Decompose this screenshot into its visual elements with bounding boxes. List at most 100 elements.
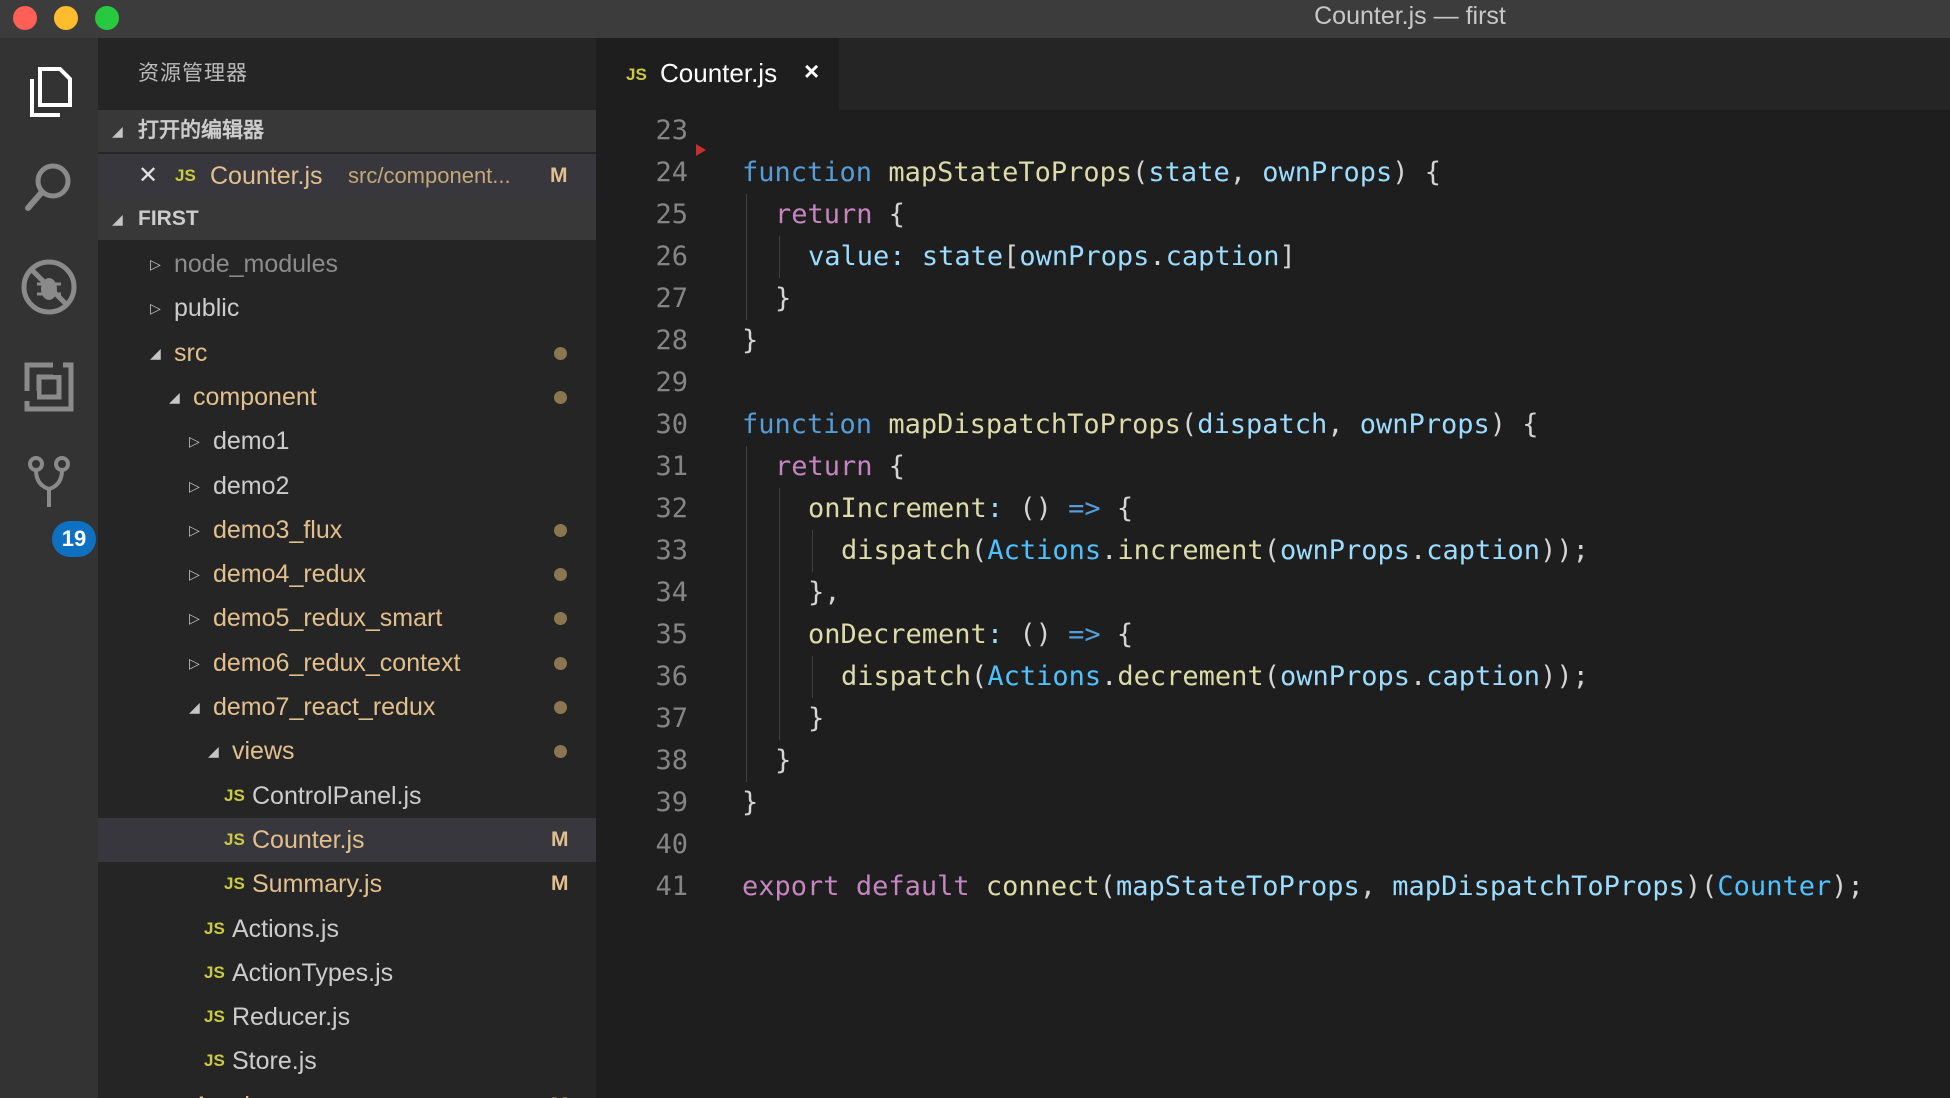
close-icon[interactable]: ✕	[138, 154, 158, 198]
tree-folder[interactable]: ▷ demo4_redux	[98, 552, 596, 596]
code-text: dispatch(Actions.decrement(ownProps.capt…	[841, 661, 1589, 692]
tab-label: Counter.js	[660, 58, 778, 88]
close-window-button[interactable]	[13, 6, 37, 30]
code-text: function mapStateToProps(state, ownProps…	[742, 157, 1442, 188]
code-line: 39}	[596, 782, 1950, 824]
tree-folder[interactable]: ▷ demo6_redux_context	[98, 641, 596, 685]
code-line: 26 value: state[ownProps.caption]	[596, 236, 1950, 278]
modified-dot	[554, 657, 567, 670]
modified-badge: M	[551, 872, 569, 895]
tree-item-label: public	[174, 294, 240, 322]
tree-folder[interactable]: ◢ demo7_react_redux	[98, 685, 596, 729]
open-editors-header[interactable]: ◢ 打开的编辑器	[98, 110, 596, 152]
tree-item-label: views	[232, 737, 295, 765]
debug-icon[interactable]	[14, 252, 84, 322]
indent-guide	[746, 656, 747, 698]
modified-dot	[554, 745, 567, 758]
code-text: value: state[ownProps.caption]	[808, 241, 1296, 272]
chevron-right-icon: ▷	[189, 478, 200, 494]
tree-folder[interactable]: ▷ node_modules	[98, 242, 596, 286]
source-control-icon[interactable]: 19	[14, 450, 96, 557]
indent-guide	[746, 740, 747, 782]
code-line: 36 dispatch(Actions.decrement(ownProps.ca…	[596, 656, 1950, 698]
code-text: export default connect(mapStateToProps, …	[742, 871, 1864, 902]
zoom-window-button[interactable]	[95, 6, 119, 30]
explorer-sidebar: 资源管理器 ◢ 打开的编辑器 ✕ JS Counter.js src/compo…	[98, 38, 596, 1098]
window-title: Counter.js — first	[1314, 2, 1506, 30]
line-number: 39	[655, 787, 688, 818]
tree-item-label: Summary.js	[252, 870, 383, 898]
indent-guide	[746, 488, 747, 530]
indent-guide	[746, 278, 747, 320]
tree-folder[interactable]: ▷ demo1	[98, 419, 596, 463]
line-number: 27	[655, 283, 688, 314]
indent-guide	[779, 698, 780, 740]
open-editor-item[interactable]: ✕ JS Counter.js src/component... M	[98, 154, 596, 198]
minimize-window-button[interactable]	[54, 6, 78, 30]
tree-folder[interactable]: ▷ demo3_flux	[98, 508, 596, 552]
tree-folder[interactable]: ◢ views	[98, 729, 596, 773]
code-editor[interactable]: 23 24 function mapStateToProps(state, ownP…	[596, 110, 1950, 1098]
chevron-down-icon: ◢	[169, 389, 180, 405]
code-line: 27}	[596, 278, 1950, 320]
close-icon[interactable]: ×	[804, 56, 819, 87]
indent-guide	[779, 572, 780, 614]
tree-folder[interactable]: ◢ src	[98, 331, 596, 375]
code-line: 24 function mapStateToProps(state, ownPro…	[596, 152, 1950, 194]
extensions-icon[interactable]	[14, 352, 84, 422]
code-text: }	[808, 703, 825, 734]
tree-file[interactable]: JS Reducer.js	[98, 995, 596, 1039]
editor-tab-bar: JS Counter.js ×	[596, 38, 1950, 110]
code-text: function mapDispatchToProps(dispatch, ow…	[742, 409, 1539, 440]
modified-dot	[554, 701, 567, 714]
code-line: 28}	[596, 320, 1950, 362]
tree-file[interactable]: JS ControlPanel.js	[98, 774, 596, 818]
js-file-icon: JS	[165, 1084, 186, 1098]
tree-item-label: demo6_redux_context	[213, 649, 461, 677]
chevron-down-icon: ◢	[208, 743, 219, 759]
indent-guide	[746, 446, 747, 488]
source-control-badge: 19	[52, 521, 96, 557]
code-text: return {	[775, 199, 906, 230]
modified-badge: M	[551, 1084, 569, 1098]
tree-folder[interactable]: ▷ demo5_redux_smart	[98, 596, 596, 640]
code-text: onIncrement: () => {	[808, 493, 1134, 524]
chevron-right-icon: ▷	[189, 433, 200, 449]
explorer-icon[interactable]	[14, 56, 84, 126]
tree-item-label: ActionTypes.js	[232, 959, 394, 987]
tree-file[interactable]: JS Store.js	[98, 1039, 596, 1083]
modified-dot	[554, 524, 567, 537]
js-file-icon: JS	[204, 919, 225, 938]
indent-guide	[746, 236, 747, 278]
code-line: 29	[596, 362, 1950, 404]
tree-folder[interactable]: ▷ demo2	[98, 464, 596, 508]
chevron-right-icon: ▷	[189, 566, 200, 582]
sidebar-title: 资源管理器	[138, 62, 248, 85]
tree-file[interactable]: JS Actions.js	[98, 907, 596, 951]
code-line: 31 return {	[596, 446, 1950, 488]
line-number: 34	[655, 577, 688, 608]
search-icon[interactable]	[14, 152, 84, 222]
code-text: onDecrement: () => {	[808, 619, 1134, 650]
tree-item-label: demo7_react_redux	[213, 693, 436, 721]
tree-file[interactable]: JS ActionTypes.js	[98, 951, 596, 995]
tree-item-label: demo5_redux_smart	[213, 604, 443, 632]
code-text: dispatch(Actions.increment(ownProps.capt…	[841, 535, 1589, 566]
code-line: 34},	[596, 572, 1950, 614]
code-text: }	[775, 283, 792, 314]
tree-file[interactable]: JS Counter.js M	[98, 818, 596, 862]
code-text: }	[742, 787, 759, 818]
tree-folder[interactable]: ▷ public	[98, 286, 596, 330]
indent-guide	[779, 488, 780, 530]
folder-header-first[interactable]: ◢ FIRST	[98, 198, 596, 240]
modified-badge: M	[550, 164, 568, 187]
indent-guide	[746, 194, 747, 236]
tree-file[interactable]: JS App.js M	[98, 1084, 596, 1098]
line-number: 30	[655, 409, 688, 440]
tree-folder[interactable]: ◢ component	[98, 375, 596, 419]
tab-counter-js[interactable]: JS Counter.js ×	[596, 38, 840, 110]
indent-guide	[812, 530, 813, 572]
js-file-icon: JS	[204, 1051, 225, 1070]
tree-file[interactable]: JS Summary.js M	[98, 862, 596, 906]
indent-guide	[746, 572, 747, 614]
